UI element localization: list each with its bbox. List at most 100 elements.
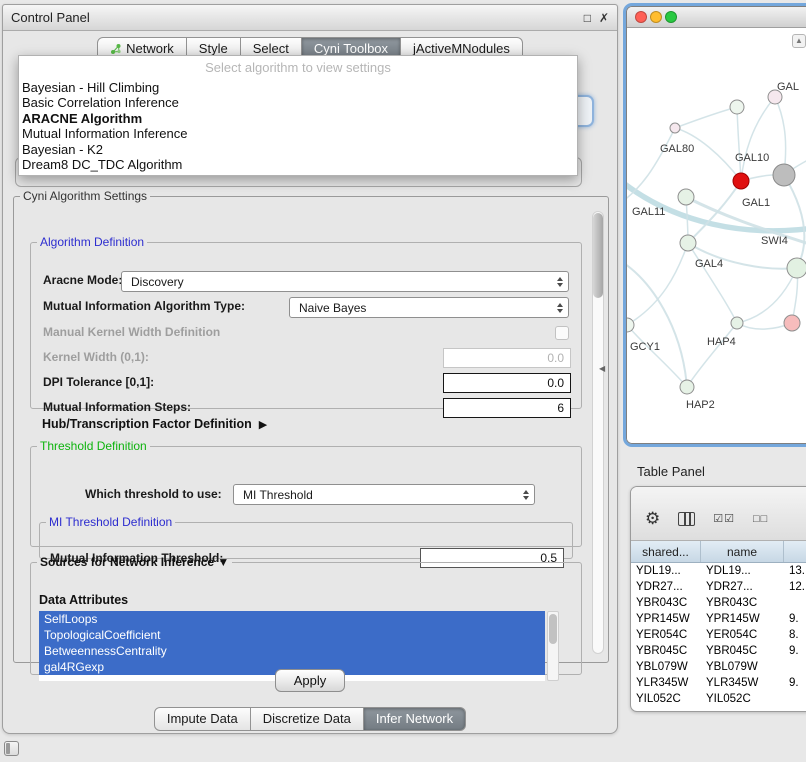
column-header-shared[interactable]: shared... (631, 541, 701, 562)
table-row[interactable]: YER054CYER054C8. (631, 627, 806, 643)
network-edge[interactable] (675, 107, 737, 128)
mi-type-select[interactable]: Naive Bayes (289, 297, 569, 318)
attributes-scrollbar[interactable] (547, 611, 559, 681)
dropdown-item-mutual-information-inference[interactable]: Mutual Information Inference (19, 126, 577, 141)
hub-section-toggle[interactable]: Hub/Transcription Factor Definition ▶ (42, 417, 267, 431)
combo-arrows-icon (557, 303, 563, 313)
deselect-all-checkboxes-icon[interactable]: □□ (753, 513, 768, 525)
network-edge[interactable] (687, 323, 737, 387)
which-threshold-label: Which threshold to use: (85, 487, 222, 501)
mi-steps-input[interactable] (443, 398, 571, 418)
table-header-row: shared...name (631, 541, 806, 563)
dropdown-item-basic-correlation-inference[interactable]: Basic Correlation Inference (19, 95, 577, 110)
network-node[interactable] (680, 380, 694, 394)
network-edge[interactable] (627, 260, 687, 387)
minimize-traffic-light[interactable] (650, 11, 662, 23)
table-cell: YDL19... (701, 565, 784, 577)
table-cell: YLR345W (701, 677, 784, 689)
dropdown-item-dream8-dc-tdc-algorithm[interactable]: Dream8 DC_TDC Algorithm (19, 157, 577, 172)
window-title: Control Panel (11, 10, 90, 25)
network-node[interactable] (773, 164, 795, 186)
table-cell: 9. (784, 677, 806, 689)
network-edge[interactable] (627, 325, 687, 387)
table-cell: YPR145W (701, 613, 784, 625)
network-edge[interactable] (688, 181, 741, 243)
dropdown-item-bayesian-k2[interactable]: Bayesian - K2 (19, 142, 577, 157)
attribute-item-betweennesscentrality[interactable]: BetweennessCentrality (39, 643, 545, 659)
select-all-checkboxes-icon[interactable]: ☑☑ (713, 512, 735, 525)
bottom-tab-discretize-data[interactable]: Discretize Data (251, 707, 364, 731)
settings-scrollbar[interactable] (592, 211, 604, 654)
table-body: YDL19...YDL19...13...YDR27...YDR27...12.… (631, 563, 806, 707)
network-edge[interactable] (627, 178, 806, 231)
network-node[interactable] (670, 123, 680, 133)
table-row[interactable]: YBR043CYBR043C (631, 595, 806, 611)
network-window-titlebar[interactable] (627, 7, 806, 28)
network-edge[interactable] (741, 97, 775, 181)
close-traffic-light[interactable] (635, 11, 647, 23)
scrollbar-thumb[interactable] (549, 614, 557, 644)
zoom-traffic-light[interactable] (665, 11, 677, 23)
column-view-icon[interactable] (678, 512, 695, 526)
dropdown-item-aracne-algorithm[interactable]: ARACNE Algorithm (19, 111, 577, 126)
settings-group-title: Cyni Algorithm Settings (23, 189, 147, 203)
network-node-label: GAL (777, 81, 799, 93)
network-canvas[interactable]: GALGAL80GAL10GAL11GAL1SWI4GAL4GCY1HAP4HA… (627, 28, 806, 443)
column-header-col2[interactable] (784, 541, 806, 562)
threshold-definition-group: Threshold Definition Which threshold to … (30, 439, 582, 547)
network-node[interactable] (627, 318, 634, 332)
manual-kernel-checkbox[interactable] (555, 326, 569, 340)
expanded-arrow-icon[interactable]: ▼ (217, 555, 229, 569)
bottom-tab-infer-network[interactable]: Infer Network (364, 707, 466, 731)
splitter-collapse-arrow[interactable]: ◀ (599, 364, 605, 373)
attribute-item-topologicalcoefficient[interactable]: TopologicalCoefficient (39, 627, 545, 643)
hub-section-label: Hub/Transcription Factor Definition (42, 417, 252, 431)
scrollbar-thumb[interactable] (593, 213, 603, 298)
table-row[interactable]: YBR045CYBR045C9. (631, 643, 806, 659)
network-node-label: GCY1 (630, 341, 660, 353)
table-cell: YBR045C (631, 645, 701, 657)
table-row[interactable]: YDL19...YDL19...13... (631, 563, 806, 579)
which-threshold-select[interactable]: MI Threshold (233, 484, 535, 505)
dropdown-item-bayesian-hill-climbing[interactable]: Bayesian - Hill Climbing (19, 80, 577, 95)
close-window-icon[interactable]: ✗ (599, 12, 609, 24)
gear-icon[interactable]: ⚙ (645, 510, 660, 527)
mi-type-value: Naive Bayes (299, 301, 366, 315)
float-window-icon[interactable]: □ (584, 12, 591, 24)
network-node[interactable] (787, 258, 806, 278)
network-node-label: GAL80 (660, 143, 694, 155)
attribute-item-selfloops[interactable]: SelfLoops (39, 611, 545, 627)
table-row[interactable]: YLR345WYLR345W9. (631, 675, 806, 691)
network-node[interactable] (731, 317, 743, 329)
network-node[interactable] (678, 189, 694, 205)
network-node[interactable] (730, 100, 744, 114)
algorithm-dropdown: Select algorithm to view settings Bayesi… (18, 55, 578, 176)
column-header-name[interactable]: name (701, 541, 784, 562)
table-cell: YIL052C (631, 693, 701, 705)
table-row[interactable]: YDR27...YDR27...12... (631, 579, 806, 595)
restore-panel-icon[interactable] (4, 741, 19, 756)
table-cell: YBR043C (701, 597, 784, 609)
table-row[interactable]: YPR145WYPR145W9. (631, 611, 806, 627)
table-cell: YER054C (631, 629, 701, 641)
table-cell: YIL052C (701, 693, 784, 705)
network-node[interactable] (784, 315, 800, 331)
network-edge[interactable] (627, 243, 688, 325)
kernel-width-label: Kernel Width (0,1): (43, 350, 149, 364)
network-edge[interactable] (737, 107, 741, 181)
combo-arrows-icon (523, 490, 529, 500)
network-edge[interactable] (784, 175, 804, 268)
dpi-tolerance-input[interactable] (443, 373, 571, 393)
network-edge[interactable] (737, 268, 797, 323)
aracne-mode-select[interactable]: Discovery (121, 271, 569, 292)
network-node[interactable] (680, 235, 696, 251)
network-node[interactable] (733, 173, 749, 189)
network-node-label: HAP2 (686, 399, 715, 411)
table-row[interactable]: YBL079WYBL079W (631, 659, 806, 675)
kernel-width-input[interactable] (443, 348, 571, 368)
network-edge[interactable] (775, 97, 786, 175)
scroll-up-arrow-icon[interactable]: ▲ (792, 34, 806, 48)
apply-button[interactable]: Apply (275, 669, 345, 692)
table-row[interactable]: YIL052CYIL052C (631, 691, 806, 707)
bottom-tab-impute-data[interactable]: Impute Data (154, 707, 251, 731)
